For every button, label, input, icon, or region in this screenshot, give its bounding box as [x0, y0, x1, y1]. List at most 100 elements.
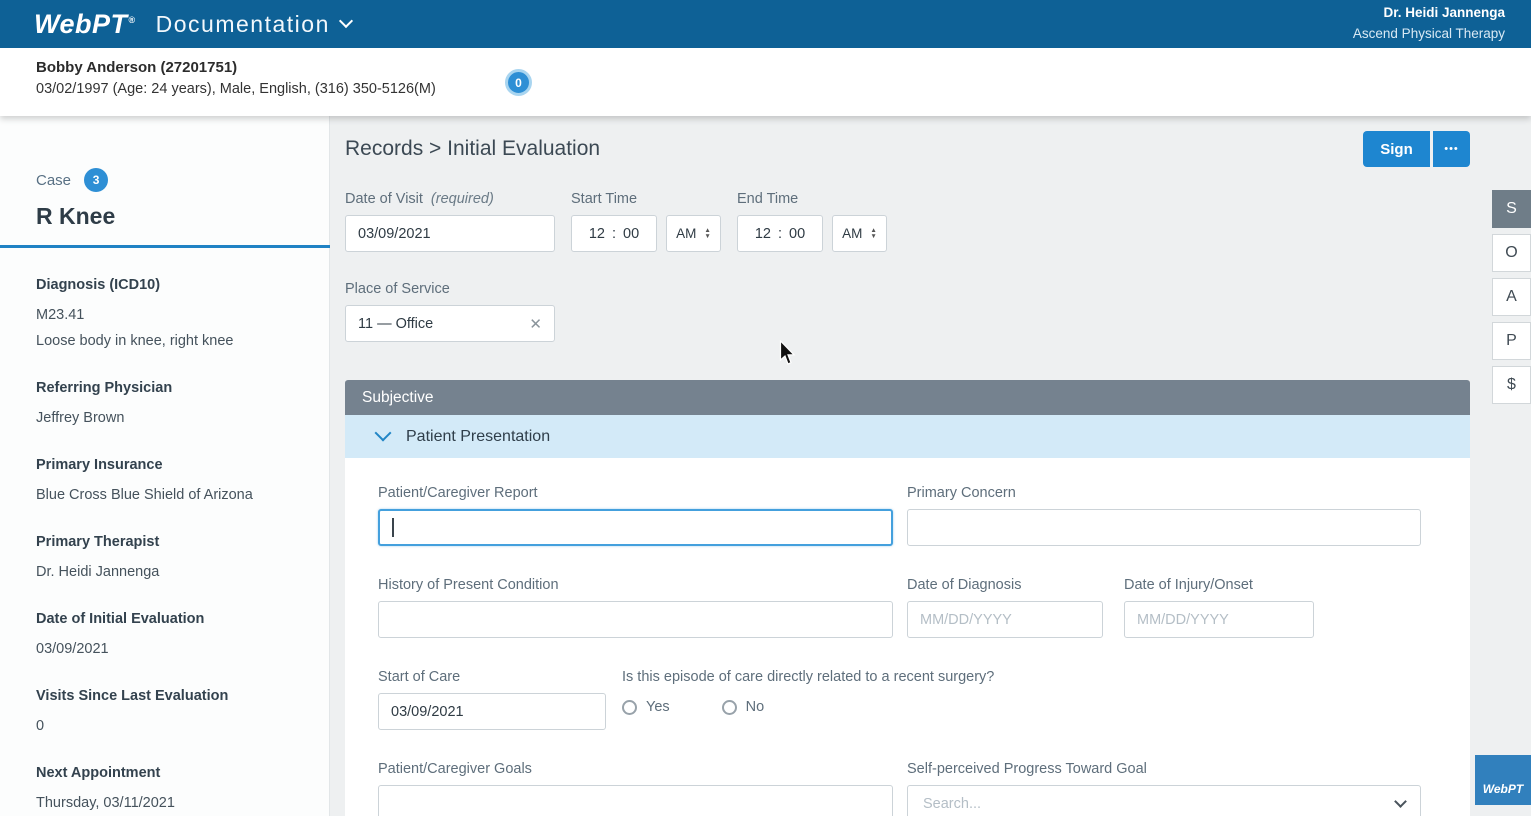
patient-report-label: Patient/Caregiver Report — [378, 485, 893, 501]
end-hour[interactable]: 12 — [755, 226, 771, 242]
surgery-radio-row: Yes No — [622, 699, 994, 715]
patient-presentation-header[interactable]: Patient Presentation — [345, 415, 1470, 458]
sign-button[interactable]: Sign — [1363, 131, 1430, 167]
date-of-injury-input[interactable] — [1124, 601, 1314, 638]
soap-tab-objective[interactable]: O — [1492, 234, 1531, 272]
text-caret — [392, 518, 394, 537]
documentation-menu[interactable]: Documentation — [156, 11, 351, 38]
soap-tab-subjective[interactable]: S — [1492, 190, 1531, 228]
user-name: Dr. Heidi Jannenga — [1353, 3, 1505, 24]
start-minute[interactable]: 00 — [623, 226, 639, 242]
care-surgery-row: Start of Care Is this episode of care di… — [378, 669, 1421, 730]
patient-report-input[interactable] — [378, 509, 893, 546]
date-of-visit-label: Date of Visit(required) — [345, 191, 555, 207]
header-buttons: Sign ••• — [1363, 131, 1470, 167]
surgery-yes-label: Yes — [646, 699, 670, 715]
date-of-diagnosis-input[interactable] — [907, 601, 1103, 638]
radio-button-icon[interactable] — [722, 700, 737, 715]
webpt-logo[interactable]: WebPT® — [34, 9, 136, 40]
main-content: Records > Initial Evaluation Sign ••• Da… — [330, 116, 1531, 816]
start-of-care-input[interactable] — [378, 693, 606, 730]
place-of-service-label: Place of Service — [345, 281, 1531, 297]
history-input[interactable] — [378, 601, 893, 638]
surgery-yes-option[interactable]: Yes — [622, 699, 670, 715]
start-hour[interactable]: 12 — [589, 226, 605, 242]
surgery-no-option[interactable]: No — [722, 699, 765, 715]
end-time-controls: 12 : 00 AM ▲▼ — [737, 215, 887, 252]
main-header: Records > Initial Evaluation Sign ••• — [345, 131, 1531, 167]
progress-placeholder: Search... — [923, 796, 981, 812]
progress-select[interactable]: Search... — [907, 785, 1421, 816]
start-time-input[interactable]: 12 : 00 — [571, 215, 657, 252]
sidebar-item-visits-since-eval: Visits Since Last Evaluation 0 — [36, 687, 306, 736]
sidebar-item-value: 03/09/2021 — [36, 640, 306, 659]
sidebar-item-label: Referring Physician — [36, 379, 306, 398]
history-group: History of Present Condition — [378, 577, 893, 638]
goals-label: Patient/Caregiver Goals — [378, 761, 893, 777]
date-of-injury-label: Date of Injury/Onset — [1124, 577, 1314, 593]
progress-label: Self-perceived Progress Toward Goal — [907, 761, 1421, 777]
patient-info: Bobby Anderson (27201751) 03/02/1997 (Ag… — [36, 59, 436, 97]
end-time-input[interactable]: 12 : 00 — [737, 215, 823, 252]
spinner-arrows-icon[interactable]: ▲▼ — [870, 228, 876, 240]
start-time-label: Start Time — [571, 191, 721, 207]
end-time-group: End Time 12 : 00 AM ▲▼ — [737, 191, 887, 252]
radio-button-icon[interactable] — [622, 700, 637, 715]
patient-report-group: Patient/Caregiver Report — [378, 485, 893, 546]
sidebar-item-label: Diagnosis (ICD10) — [36, 276, 306, 295]
chevron-down-icon — [339, 13, 353, 27]
end-meridiem-value: AM — [842, 226, 862, 241]
patient-alert-badge[interactable]: 0 — [505, 69, 532, 96]
goals-input[interactable] — [378, 785, 893, 816]
place-of-service-input[interactable]: 11 — Office ✕ — [345, 305, 555, 342]
time-separator: : — [778, 226, 782, 242]
report-concern-row: Patient/Caregiver Report Primary Concern — [378, 485, 1421, 546]
visit-info-row: Date of Visit(required) Start Time 12 : … — [345, 191, 1531, 252]
breadcrumb-records[interactable]: Records — [345, 137, 423, 160]
navbar-left: WebPT® Documentation — [34, 9, 351, 40]
sidebar-item-label: Primary Insurance — [36, 456, 306, 475]
navbar-user-info[interactable]: Dr. Heidi Jannenga Ascend Physical Thera… — [1353, 3, 1505, 45]
history-dates-row: History of Present Condition Date of Dia… — [378, 577, 1421, 638]
start-meridiem-stepper[interactable]: AM ▲▼ — [666, 215, 721, 252]
sidebar-item-value: Dr. Heidi Jannenga — [36, 563, 306, 582]
breadcrumb-separator: > — [429, 137, 441, 160]
case-row: Case 3 — [36, 168, 329, 192]
sidebar-item-label: Visits Since Last Evaluation — [36, 687, 306, 706]
primary-concern-input[interactable] — [907, 509, 1421, 546]
end-meridiem-stepper[interactable]: AM ▲▼ — [832, 215, 887, 252]
soap-tab-billing[interactable]: $ — [1492, 366, 1531, 404]
end-minute[interactable]: 00 — [789, 226, 805, 242]
primary-concern-label: Primary Concern — [907, 485, 1421, 501]
progress-group: Self-perceived Progress Toward Goal Sear… — [907, 761, 1421, 816]
sidebar-item-primary-therapist: Primary Therapist Dr. Heidi Jannenga — [36, 533, 306, 582]
patient-presentation-title: Patient Presentation — [406, 428, 550, 446]
date-of-visit-group: Date of Visit(required) — [345, 191, 555, 252]
soap-tab-plan[interactable]: P — [1492, 322, 1531, 360]
patient-name: Bobby Anderson (27201751) — [36, 59, 436, 76]
spinner-arrows-icon[interactable]: ▲▼ — [704, 228, 710, 240]
collapse-chevron-icon[interactable] — [375, 424, 392, 441]
date-of-visit-input[interactable] — [345, 215, 555, 252]
webpt-logo-text: WebPT — [34, 9, 128, 39]
required-note: (required) — [431, 191, 494, 207]
sidebar-item-value: Thursday, 03/11/2021 — [36, 794, 306, 813]
date-of-diagnosis-group: Date of Diagnosis — [907, 577, 1103, 638]
registered-mark: ® — [129, 15, 136, 25]
case-sidebar: Case 3 R Knee Diagnosis (ICD10) M23.41 L… — [0, 116, 330, 816]
case-title: R Knee — [36, 203, 329, 230]
soap-tab-assessment[interactable]: A — [1492, 278, 1531, 316]
sidebar-item-value: Loose body in knee, right knee — [36, 332, 306, 351]
start-time-controls: 12 : 00 AM ▲▼ — [571, 215, 721, 252]
sidebar-item-value: Blue Cross Blue Shield of Arizona — [36, 486, 306, 505]
subjective-section-header: Subjective — [345, 380, 1470, 415]
breadcrumb-current: Initial Evaluation — [447, 137, 600, 160]
patient-bar: Bobby Anderson (27201751) 03/02/1997 (Ag… — [0, 48, 1531, 116]
clear-icon[interactable]: ✕ — [529, 315, 542, 333]
select-chevron-icon — [1394, 795, 1407, 808]
history-label: History of Present Condition — [378, 577, 893, 593]
time-separator: : — [612, 226, 616, 242]
more-options-button[interactable]: ••• — [1433, 131, 1470, 167]
end-time-label: End Time — [737, 191, 887, 207]
case-count-badge[interactable]: 3 — [84, 168, 108, 192]
